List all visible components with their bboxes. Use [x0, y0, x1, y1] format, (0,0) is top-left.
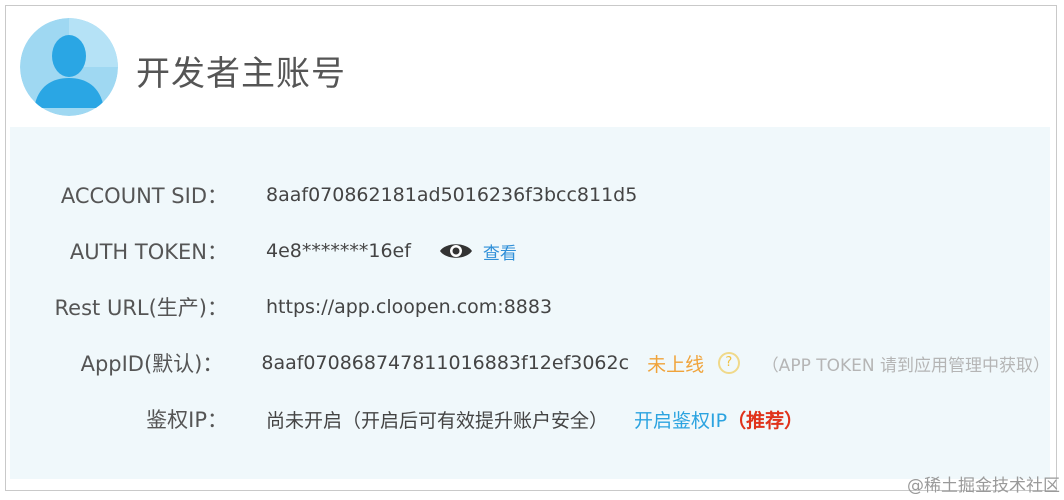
- account-details-panel: ACCOUNT SID： 8aaf070862181ad5016236f3bcc…: [10, 127, 1050, 479]
- auth-token-row: AUTH TOKEN： 4e8*******16ef 查看: [10, 231, 1050, 271]
- appid-value: 8aaf070868747811016883f12ef3062c: [261, 352, 630, 374]
- auth-ip-label: 鉴权IP：: [146, 408, 228, 432]
- watermark: @稀土掘金技术社区: [907, 476, 1060, 496]
- enable-auth-ip-link[interactable]: 开启鉴权IP: [634, 406, 727, 433]
- auth-token-value: 4e8*******16ef: [266, 240, 411, 262]
- auth-token-label: AUTH TOKEN：: [69, 240, 228, 264]
- rest-url-row: Rest URL(生产)： https://app.cloopen.com:88…: [10, 287, 1050, 327]
- account-sid-value: 8aaf070862181ad5016236f3bcc811d5: [266, 184, 638, 206]
- account-sid-label: ACCOUNT SID：: [60, 184, 228, 208]
- appid-row: AppID(默认)： 8aaf070868747811016883f12ef30…: [10, 343, 1050, 383]
- question-icon[interactable]: ?: [718, 352, 740, 374]
- view-token-link[interactable]: 查看: [483, 239, 517, 264]
- card-header: 开发者主账号: [18, 16, 1038, 126]
- app-status-badge: 未上线: [647, 353, 705, 376]
- recommend-tag: （推荐）: [727, 409, 804, 432]
- auth-ip-value: 尚未开启（开启后可有效提升账户安全）: [266, 409, 609, 432]
- appid-label: AppID(默认)：: [80, 352, 224, 376]
- eye-icon[interactable]: [439, 241, 473, 261]
- page-title: 开发者主账号: [136, 54, 346, 94]
- rest-url-value: https://app.cloopen.com:8883: [266, 296, 553, 318]
- user-avatar-icon: [20, 18, 118, 116]
- account-sid-row: ACCOUNT SID： 8aaf070862181ad5016236f3bcc…: [10, 175, 1050, 215]
- auth-ip-row: 鉴权IP： 尚未开启（开启后可有效提升账户安全） 开启鉴权IP （推荐）: [10, 399, 1050, 439]
- app-token-hint: （APP TOKEN 请到应用管理中获取）: [761, 355, 1050, 376]
- rest-url-label: Rest URL(生产)：: [54, 296, 228, 320]
